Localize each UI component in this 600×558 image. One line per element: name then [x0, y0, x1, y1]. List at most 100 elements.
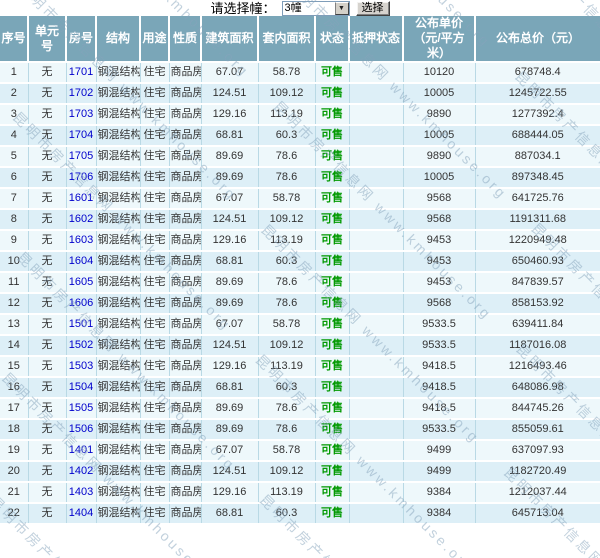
- cell-room-number[interactable]: 1702: [66, 83, 97, 105]
- cell-nature: 商品房: [169, 293, 202, 315]
- cell-built-area: 67.07: [201, 188, 259, 210]
- table-row: 17 无 1505 钢混结构 住宅 商品房 89.69 78.6 可售 9418.5 844745.…: [0, 398, 600, 420]
- cell-room-number[interactable]: 1506: [66, 419, 97, 441]
- cell-unit-price: 9890: [403, 146, 476, 168]
- table-row: 8 无 1602 钢混结构 住宅 商品房 124.51 109.12 可售 9568 1191311…: [0, 209, 600, 231]
- table-row: 14 无 1502 钢混结构 住宅 商品房 124.51 109.12 可售 9533.5 1187…: [0, 335, 600, 357]
- cell-room-number[interactable]: 1401: [66, 440, 97, 462]
- cell-use: 住宅: [140, 251, 170, 273]
- cell-unit-number: 无: [28, 398, 67, 420]
- cell-nature: 商品房: [169, 104, 202, 126]
- cell-room-number[interactable]: 1604: [66, 251, 97, 273]
- table-row: 18 无 1506 钢混结构 住宅 商品房 89.69 78.6 可售 9533.5 855059.…: [0, 419, 600, 441]
- cell-room-number[interactable]: 1701: [66, 62, 97, 84]
- table-header-row: 序号 单元号 房号 结构 用途 性质 建筑面积 套内面积 状态 抵押状态 公布单价（元/平方米） 公布…: [0, 16, 600, 63]
- cell-use: 住宅: [140, 104, 170, 126]
- cell-unit-number: 无: [28, 125, 67, 147]
- cell-mortgage-status: [349, 209, 404, 231]
- cell-room-number[interactable]: 1503: [66, 356, 97, 378]
- cell-inner-area: 113.19: [258, 356, 316, 378]
- cell-status: 可售: [315, 230, 350, 252]
- cell-unit-price: 9384: [403, 503, 476, 525]
- cell-nature: 商品房: [169, 83, 202, 105]
- cell-structure: 钢混结构: [96, 62, 141, 84]
- cell-status: 可售: [315, 377, 350, 399]
- table-row: 16 无 1504 钢混结构 住宅 商品房 68.81 60.3 可售 9418.5 648086.…: [0, 377, 600, 399]
- cell-structure: 钢混结构: [96, 251, 141, 273]
- cell-unit-number: 无: [28, 167, 67, 189]
- cell-unit-number: 无: [28, 104, 67, 126]
- cell-unit-number: 无: [28, 461, 67, 483]
- building-selector-bar: 请选择幢： 3幢 ▼ 选择: [0, 0, 600, 16]
- cell-room-number[interactable]: 1601: [66, 188, 97, 210]
- cell-inner-area: 60.3: [258, 125, 316, 147]
- cell-room-number[interactable]: 1605: [66, 272, 97, 294]
- cell-total-price: 1216493.46: [475, 356, 600, 378]
- cell-unit-price: 9384: [403, 482, 476, 504]
- cell-room-number[interactable]: 1404: [66, 503, 97, 525]
- cell-inner-area: 58.78: [258, 440, 316, 462]
- cell-status: 可售: [315, 188, 350, 210]
- cell-unit-number: 无: [28, 293, 67, 315]
- cell-use: 住宅: [140, 62, 170, 84]
- table-row: 9 无 1603 钢混结构 住宅 商品房 129.16 113.19 可售 9453 1220949…: [0, 230, 600, 252]
- select-button[interactable]: 选择: [355, 1, 390, 16]
- cell-status: 可售: [315, 503, 350, 525]
- cell-mortgage-status: [349, 104, 404, 126]
- cell-room-number[interactable]: 1602: [66, 209, 97, 231]
- cell-room-number[interactable]: 1402: [66, 461, 97, 483]
- column-header-9: 抵押状态: [349, 16, 404, 63]
- cell-unit-price: 9568: [403, 209, 476, 231]
- cell-unit-price: 9418.5: [403, 356, 476, 378]
- cell-nature: 商品房: [169, 503, 202, 525]
- cell-use: 住宅: [140, 230, 170, 252]
- cell-row-number: 3: [0, 104, 29, 126]
- cell-mortgage-status: [349, 125, 404, 147]
- cell-room-number[interactable]: 1403: [66, 482, 97, 504]
- cell-room-number[interactable]: 1704: [66, 125, 97, 147]
- chevron-down-icon[interactable]: ▼: [334, 2, 349, 15]
- cell-use: 住宅: [140, 482, 170, 504]
- cell-row-number: 6: [0, 167, 29, 189]
- cell-row-number: 14: [0, 335, 29, 357]
- cell-room-number[interactable]: 1505: [66, 398, 97, 420]
- cell-status: 可售: [315, 125, 350, 147]
- cell-inner-area: 78.6: [258, 293, 316, 315]
- cell-unit-price: 10005: [403, 167, 476, 189]
- cell-row-number: 7: [0, 188, 29, 210]
- cell-unit-price: 9533.5: [403, 314, 476, 336]
- cell-nature: 商品房: [169, 461, 202, 483]
- cell-room-number[interactable]: 1705: [66, 146, 97, 168]
- cell-unit-number: 无: [28, 482, 67, 504]
- cell-built-area: 129.16: [201, 356, 259, 378]
- cell-unit-price: 10005: [403, 83, 476, 105]
- cell-room-number[interactable]: 1703: [66, 104, 97, 126]
- cell-room-number[interactable]: 1606: [66, 293, 97, 315]
- cell-mortgage-status: [349, 440, 404, 462]
- cell-total-price: 639411.84: [475, 314, 600, 336]
- listing-page: 请选择幢： 3幢 ▼ 选择 序号 单元号 房号 结构 用途 性质 建筑面积 套内面积 状态 抵押状…: [0, 0, 600, 558]
- cell-room-number[interactable]: 1706: [66, 167, 97, 189]
- cell-total-price: 688444.05: [475, 125, 600, 147]
- cell-unit-number: 无: [28, 356, 67, 378]
- cell-unit-number: 无: [28, 251, 67, 273]
- cell-use: 住宅: [140, 461, 170, 483]
- cell-room-number[interactable]: 1501: [66, 314, 97, 336]
- table-row: 21 无 1403 钢混结构 住宅 商品房 129.16 113.19 可售 9384 121203…: [0, 482, 600, 504]
- cell-unit-price: 9890: [403, 104, 476, 126]
- cell-built-area: 67.07: [201, 440, 259, 462]
- cell-inner-area: 60.3: [258, 251, 316, 273]
- cell-room-number[interactable]: 1502: [66, 335, 97, 357]
- cell-total-price: 858153.92: [475, 293, 600, 315]
- cell-row-number: 18: [0, 419, 29, 441]
- building-select-dropdown[interactable]: 3幢 ▼: [281, 1, 350, 16]
- table-row: 19 无 1401 钢混结构 住宅 商品房 67.07 58.78 可售 9499 637097.9…: [0, 440, 600, 462]
- table-row: 7 无 1601 钢混结构 住宅 商品房 67.07 58.78 可售 9568 641725.76: [0, 188, 600, 210]
- cell-mortgage-status: [349, 356, 404, 378]
- cell-structure: 钢混结构: [96, 398, 141, 420]
- cell-row-number: 20: [0, 461, 29, 483]
- cell-room-number[interactable]: 1504: [66, 377, 97, 399]
- column-header-7: 套内面积: [258, 16, 316, 63]
- cell-room-number[interactable]: 1603: [66, 230, 97, 252]
- cell-mortgage-status: [349, 314, 404, 336]
